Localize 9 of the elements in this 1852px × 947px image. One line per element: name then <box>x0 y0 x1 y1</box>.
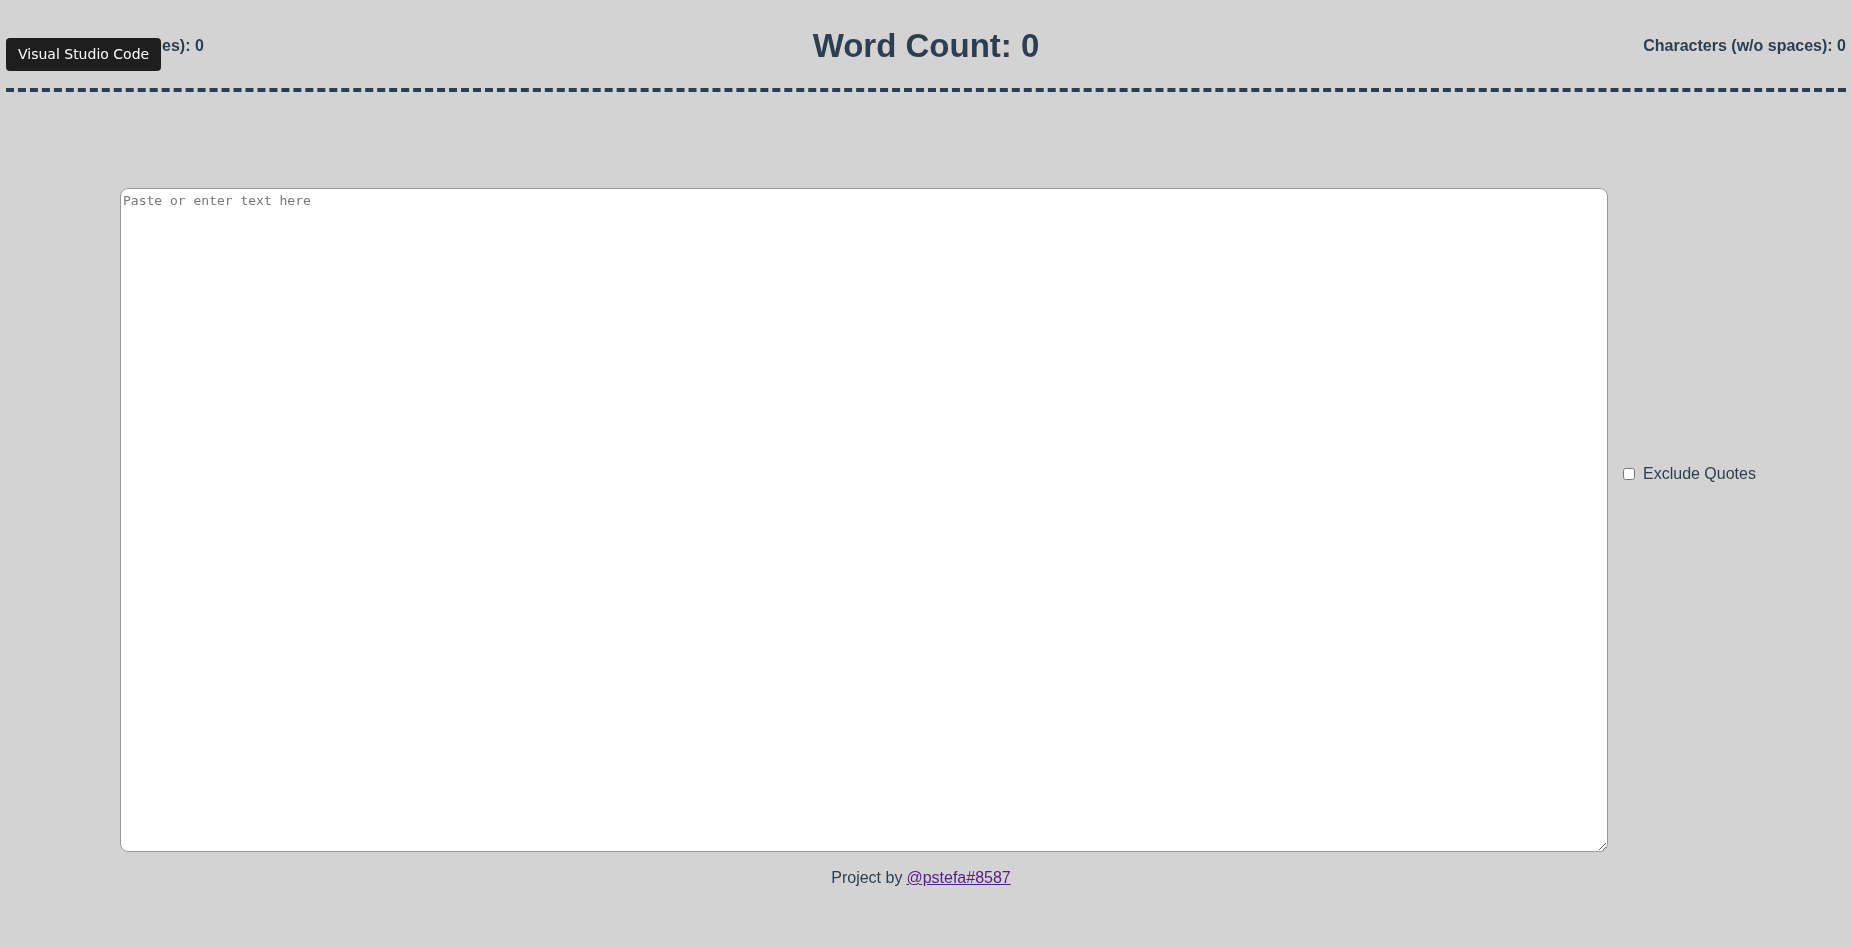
credit-text: Project by <box>831 868 903 888</box>
tooltip: Visual Studio Code <box>6 38 162 71</box>
stat-text: Characters (w/o spaces): 0 <box>1643 36 1846 56</box>
checkbox[interactable] <box>1623 468 1635 480</box>
stat-text: es): 0 <box>162 37 204 54</box>
text-input-field[interactable]: Paste or enter text here <box>120 188 1608 852</box>
page-title: Word Count: 0 <box>812 26 1040 67</box>
checkbox-label: Exclude Quotes <box>1643 464 1756 484</box>
profile-link[interactable]: @pstefa#8587 <box>906 866 1011 890</box>
